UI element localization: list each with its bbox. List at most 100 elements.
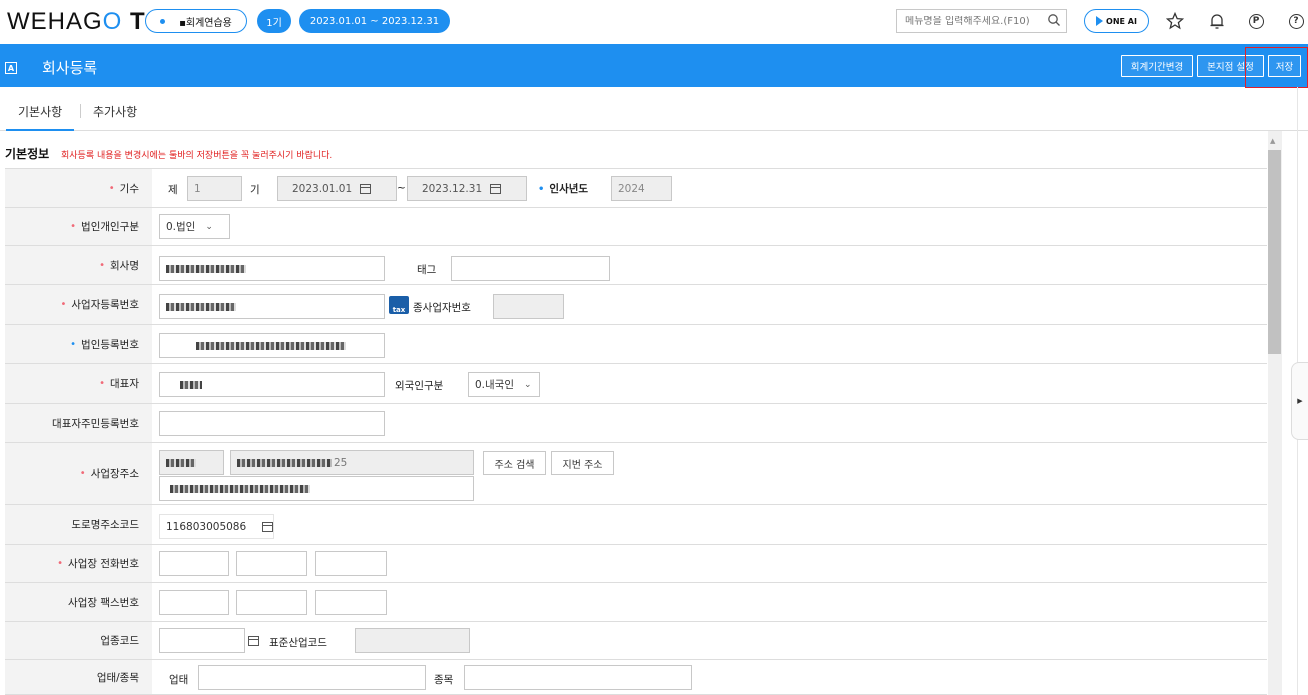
fiscal-suffix: 기 xyxy=(250,184,260,196)
std-industry-input[interactable] xyxy=(355,628,470,653)
form-row-corp-type: • 법인개인구분 0.법인 ⌄ xyxy=(5,207,1267,245)
redacted-text xyxy=(166,264,246,273)
chevron-right-icon: ▶ xyxy=(1297,397,1303,405)
form-row-industry: 업종코드 표준산업코드 xyxy=(5,621,1267,659)
company-dot-icon xyxy=(160,18,166,24)
date-range-tilde: ~ xyxy=(397,182,406,194)
corp-type-value: 0.법인 xyxy=(166,221,196,233)
page-title-bar: A 회사등록 회계기간변경 본지점 설정 저장 xyxy=(0,44,1308,87)
code-lookup-icon[interactable] xyxy=(262,521,273,532)
term-selector[interactable]: 1기 xyxy=(257,9,291,33)
tab-additional-info[interactable]: 추가사항 xyxy=(93,103,137,120)
sub-biz-no-input[interactable] xyxy=(493,294,564,319)
scroll-up-arrow-icon[interactable]: ▲ xyxy=(1270,137,1275,145)
foreigner-label: 외국인구분 xyxy=(395,380,444,392)
company-selector[interactable]: ▪회계연습용 xyxy=(145,9,247,33)
wehago-logo[interactable]: WEHAGO T xyxy=(7,8,146,36)
menu-search[interactable] xyxy=(896,9,1067,33)
company-name: ▪회계연습용 xyxy=(179,17,232,29)
biz-type-input[interactable] xyxy=(198,665,426,690)
page-title: 회사등록 xyxy=(42,59,98,77)
lot-address-button[interactable]: 지번 주소 xyxy=(551,451,614,475)
fiscal-prefix: 제 xyxy=(168,184,178,196)
fax-middle-input[interactable] xyxy=(236,590,307,615)
tag-input[interactable] xyxy=(451,256,610,281)
calendar-icon[interactable] xyxy=(490,183,502,194)
star-icon[interactable] xyxy=(1164,10,1186,32)
phone-area-input[interactable] xyxy=(159,551,229,576)
foreigner-select[interactable]: 0.내국인 ⌄ xyxy=(468,372,540,397)
road-code-label: 도로명주소코드 xyxy=(5,505,152,544)
phone-last-input[interactable] xyxy=(315,551,387,576)
chevron-down-icon: ⌄ xyxy=(205,221,213,232)
corp-type-select[interactable]: 0.법인 ⌄ xyxy=(159,214,230,239)
fiscal-end-date[interactable]: 2023.12.31 xyxy=(407,176,527,201)
address-main-input[interactable]: 25 xyxy=(230,450,474,475)
corp-reg-no-input[interactable] xyxy=(159,333,385,358)
fiscal-start-date[interactable]: 2023.01.01 xyxy=(277,176,397,201)
redacted-text xyxy=(237,458,332,467)
fax-label: 사업장 팩스번호 xyxy=(5,583,152,621)
form-row-biz-type: 업태/종목 업태 종목 xyxy=(5,659,1267,695)
change-fiscal-period-button[interactable]: 회계기간변경 xyxy=(1121,55,1193,77)
hometax-icon[interactable]: tax xyxy=(389,296,409,314)
period-selector[interactable]: 2023.01.01 ~ 2023.12.31 xyxy=(299,9,450,33)
tab-divider xyxy=(80,104,81,118)
biz-item-input[interactable] xyxy=(464,665,692,690)
menu-search-input[interactable] xyxy=(905,15,1045,27)
ceo-id-input[interactable] xyxy=(159,411,385,436)
form-row-address: • 사업장주소 25 주소 검색 지번 주소 xyxy=(5,442,1267,504)
redacted-text xyxy=(196,341,346,350)
fiscal-start-value: 2023.01.01 xyxy=(292,182,353,195)
corp-type-label: • 법인개인구분 xyxy=(5,208,152,245)
menu-badge-icon[interactable]: A xyxy=(5,62,17,74)
form-row-ceo: • 대표자 외국인구분 0.내국인 ⌄ xyxy=(5,363,1267,403)
industry-label: 업종코드 xyxy=(5,622,152,659)
address-search-button[interactable]: 주소 검색 xyxy=(483,451,546,475)
side-panel-toggle[interactable]: ▶ xyxy=(1291,362,1308,440)
ceo-name-input[interactable] xyxy=(159,372,385,397)
redacted-text xyxy=(166,302,236,311)
industry-code-input[interactable] xyxy=(159,628,245,653)
road-code-input[interactable]: 116803005086 xyxy=(159,514,274,539)
ceo-id-label: 대표자주민등록번호 xyxy=(5,404,152,442)
company-name-label: • 회사명 xyxy=(5,246,152,284)
biz-type-label: 업태/종목 xyxy=(5,660,152,694)
biz-reg-no-label: • 사업자등록번호 xyxy=(5,285,152,324)
address-detail-input[interactable] xyxy=(159,476,474,501)
hr-year-label: • 인사년도 xyxy=(538,183,589,195)
oneai-button[interactable]: ONE AI xyxy=(1084,9,1149,33)
search-icon[interactable] xyxy=(1047,13,1061,27)
address-suffix: 25 xyxy=(334,456,348,469)
biz-item-label: 종목 xyxy=(434,674,454,686)
industry-lookup-icon[interactable] xyxy=(248,636,259,646)
fiscal-term-input[interactable]: 1 xyxy=(187,176,242,201)
play-icon xyxy=(1096,16,1104,26)
fiscal-end-value: 2023.12.31 xyxy=(422,182,483,195)
point-icon[interactable]: P xyxy=(1245,10,1267,32)
help-icon[interactable]: ? xyxy=(1285,10,1307,32)
zipcode-input[interactable] xyxy=(159,450,224,475)
redacted-text xyxy=(180,380,202,389)
tab-basic-info[interactable]: 기본사항 xyxy=(5,103,75,131)
sub-biz-no-label: 종사업자번호 xyxy=(413,302,471,314)
company-name-input[interactable] xyxy=(159,256,385,281)
fax-area-input[interactable] xyxy=(159,590,229,615)
form-row-road-code: 도로명주소코드 116803005086 xyxy=(5,504,1267,544)
scrollbar-thumb[interactable] xyxy=(1268,150,1281,354)
calendar-icon[interactable] xyxy=(360,183,372,194)
phone-middle-input[interactable] xyxy=(236,551,307,576)
bell-icon[interactable] xyxy=(1206,10,1228,32)
section-warning-note: 회사등록 내용을 변경시에는 툴바의 저장버튼을 꼭 눌러주시기 바랍니다. xyxy=(61,151,333,161)
corp-reg-no-label: • 법인등록번호 xyxy=(5,325,152,363)
fiscal-label: • 기수 xyxy=(5,169,152,207)
tab-bar: 기본사항 추가사항 xyxy=(0,87,1308,131)
biz-reg-no-input[interactable] xyxy=(159,294,385,319)
biz-type-sub-label: 업태 xyxy=(169,674,189,686)
hr-year-input[interactable]: 2024 xyxy=(611,176,672,201)
save-button-highlight xyxy=(1245,47,1308,88)
form-row-phone: • 사업장 전화번호 xyxy=(5,544,1267,582)
phone-label: • 사업장 전화번호 xyxy=(5,545,152,582)
fax-last-input[interactable] xyxy=(315,590,387,615)
tag-label: 태그 xyxy=(417,264,437,276)
